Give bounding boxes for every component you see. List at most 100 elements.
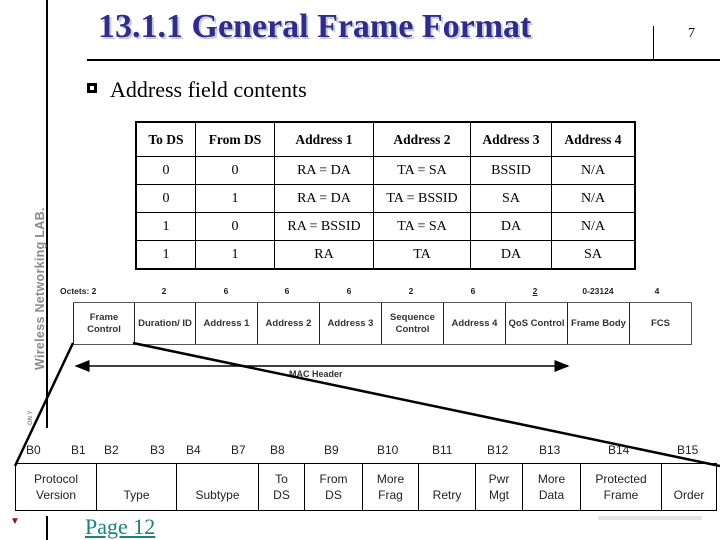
bit-label: B3 — [150, 443, 165, 457]
bit-field-line1: Pwr — [488, 472, 510, 486]
frame-field: Address 3 — [319, 303, 381, 344]
table-cell: BSSID — [470, 156, 552, 185]
table-cell: 1 — [135, 212, 196, 241]
bit-label: B2 — [104, 443, 119, 457]
table-cell: 0 — [195, 212, 275, 241]
table-cell: TA — [373, 240, 471, 270]
table-header-row: To DS From DS Address 1 Address 2 Addres… — [135, 121, 636, 157]
page-link[interactable]: Page 12 — [85, 514, 155, 540]
table-cell: SA — [470, 184, 552, 213]
bit-field-line2: DS — [325, 488, 342, 502]
bit-label: B13 — [539, 443, 561, 457]
octet-size: 6 — [470, 286, 476, 296]
bit-label: B12 — [487, 443, 509, 457]
table-cell: RA = DA — [274, 156, 374, 185]
bit-field: From DS — [305, 464, 363, 510]
square-bullet-icon — [87, 83, 97, 93]
faded-footer-bar — [598, 516, 702, 520]
table-cell: SA — [551, 240, 636, 270]
bit-field: More Data — [523, 464, 581, 510]
frame-field: Address 1 — [195, 303, 257, 344]
table-cell: RA = DA — [274, 184, 374, 213]
bit-field-line1: More — [376, 472, 405, 486]
bit-field-line2: Order — [673, 488, 705, 502]
table-cell: DA — [470, 212, 552, 241]
frame-field: Sequence Control — [381, 303, 443, 344]
frame-field: QoS Control — [505, 303, 567, 344]
table-row: 0 1 RA = DA TA = BSSID SA N/A — [135, 184, 636, 213]
table-cell: N/A — [551, 156, 636, 185]
bit-field: Protected Frame — [581, 464, 662, 510]
bit-field-line1: From — [319, 472, 348, 486]
sidebar-small-text: ON Y — [28, 410, 34, 425]
column-header: Address 2 — [373, 121, 471, 157]
bit-field-line2: Data — [538, 488, 565, 502]
bit-label: B10 — [377, 443, 399, 457]
bit-field: Retry — [419, 464, 476, 510]
bit-label: B8 — [270, 443, 285, 457]
table-cell: 1 — [195, 240, 275, 270]
bit-field-line2: Type — [123, 488, 150, 502]
table-cell: 0 — [135, 156, 196, 185]
bit-field: Subtype — [177, 464, 259, 510]
bit-label: B9 — [324, 443, 339, 457]
octet-size: 2 — [161, 286, 167, 296]
bit-field-line1: To — [275, 472, 288, 486]
octet-size: 0-23124 — [582, 286, 614, 296]
bit-field-line1: Protected — [595, 472, 647, 486]
bit-label: B7 — [231, 443, 246, 457]
title-divider — [653, 26, 654, 60]
octet-size: 6 — [223, 286, 229, 296]
decorative-mark-icon: ▼ — [10, 516, 20, 527]
column-header: To DS — [135, 121, 196, 157]
sidebar-vertical-text: Wireless Networking LAB. — [33, 207, 47, 370]
frame-field: Frame Control — [73, 303, 134, 344]
table-cell: 0 — [195, 156, 275, 185]
bit-field-line2: Subtype — [195, 488, 240, 502]
column-header: Address 1 — [274, 121, 374, 157]
table-cell: 0 — [135, 184, 196, 213]
frame-control-bits: Protocol Version Type Subtype To DS From DS… — [15, 463, 717, 511]
table-cell: TA = BSSID — [373, 184, 471, 213]
bit-label: B11 — [432, 443, 453, 457]
table-row: 1 0 RA = BSSID TA = SA DA N/A — [135, 212, 636, 241]
octet-size: 2 — [408, 286, 414, 296]
table-row: 1 1 RA TA DA SA — [135, 240, 636, 270]
table-row: 0 0 RA = DA TA = SA BSSID N/A — [135, 156, 636, 185]
bit-field-line1: More — [537, 472, 566, 486]
bit-field: To DS — [259, 464, 305, 510]
page-title: 13.1.1 General Frame Format — [98, 8, 532, 45]
diagram-lines — [13, 341, 720, 468]
zoom-line-right — [132, 341, 720, 468]
bit-field-line1: Protocol — [33, 472, 79, 486]
frame-field: Address 4 — [443, 303, 505, 344]
bit-field: Type — [97, 464, 177, 510]
table-cell: RA = BSSID — [274, 212, 374, 241]
bit-field-line2: DS — [273, 488, 290, 502]
table-cell: N/A — [551, 184, 636, 213]
table-cell: TA = SA — [373, 156, 471, 185]
table-cell: TA = SA — [373, 212, 471, 241]
mac-frame-format: Frame Control Duration/ ID Address 1 Add… — [73, 302, 692, 345]
title-underline — [87, 59, 720, 61]
frame-field: Frame Body — [567, 303, 629, 344]
table-cell: N/A — [551, 212, 636, 241]
bullet-text: Address field contents — [110, 77, 307, 102]
column-header: From DS — [195, 121, 275, 157]
frame-field: FCS — [629, 303, 692, 344]
bit-field: Pwr Mgt — [476, 464, 523, 510]
bit-field-line2: Retry — [432, 488, 462, 502]
bit-label: B1 — [71, 443, 86, 457]
octet-size: 6 — [284, 286, 290, 296]
slide-number: 7 — [688, 26, 695, 41]
bit-field-line2: Frame — [603, 488, 639, 502]
octet-size: 2 — [532, 286, 538, 296]
octet-size: 6 — [346, 286, 352, 296]
column-header: Address 4 — [551, 121, 636, 157]
table-cell: DA — [470, 240, 552, 270]
address-table: To DS From DS Address 1 Address 2 Addres… — [135, 121, 636, 270]
octet-size: 4 — [654, 286, 660, 296]
frame-field: Address 2 — [257, 303, 319, 344]
bit-label: B4 — [186, 443, 201, 457]
bit-field-line2: Mgt — [488, 488, 509, 502]
